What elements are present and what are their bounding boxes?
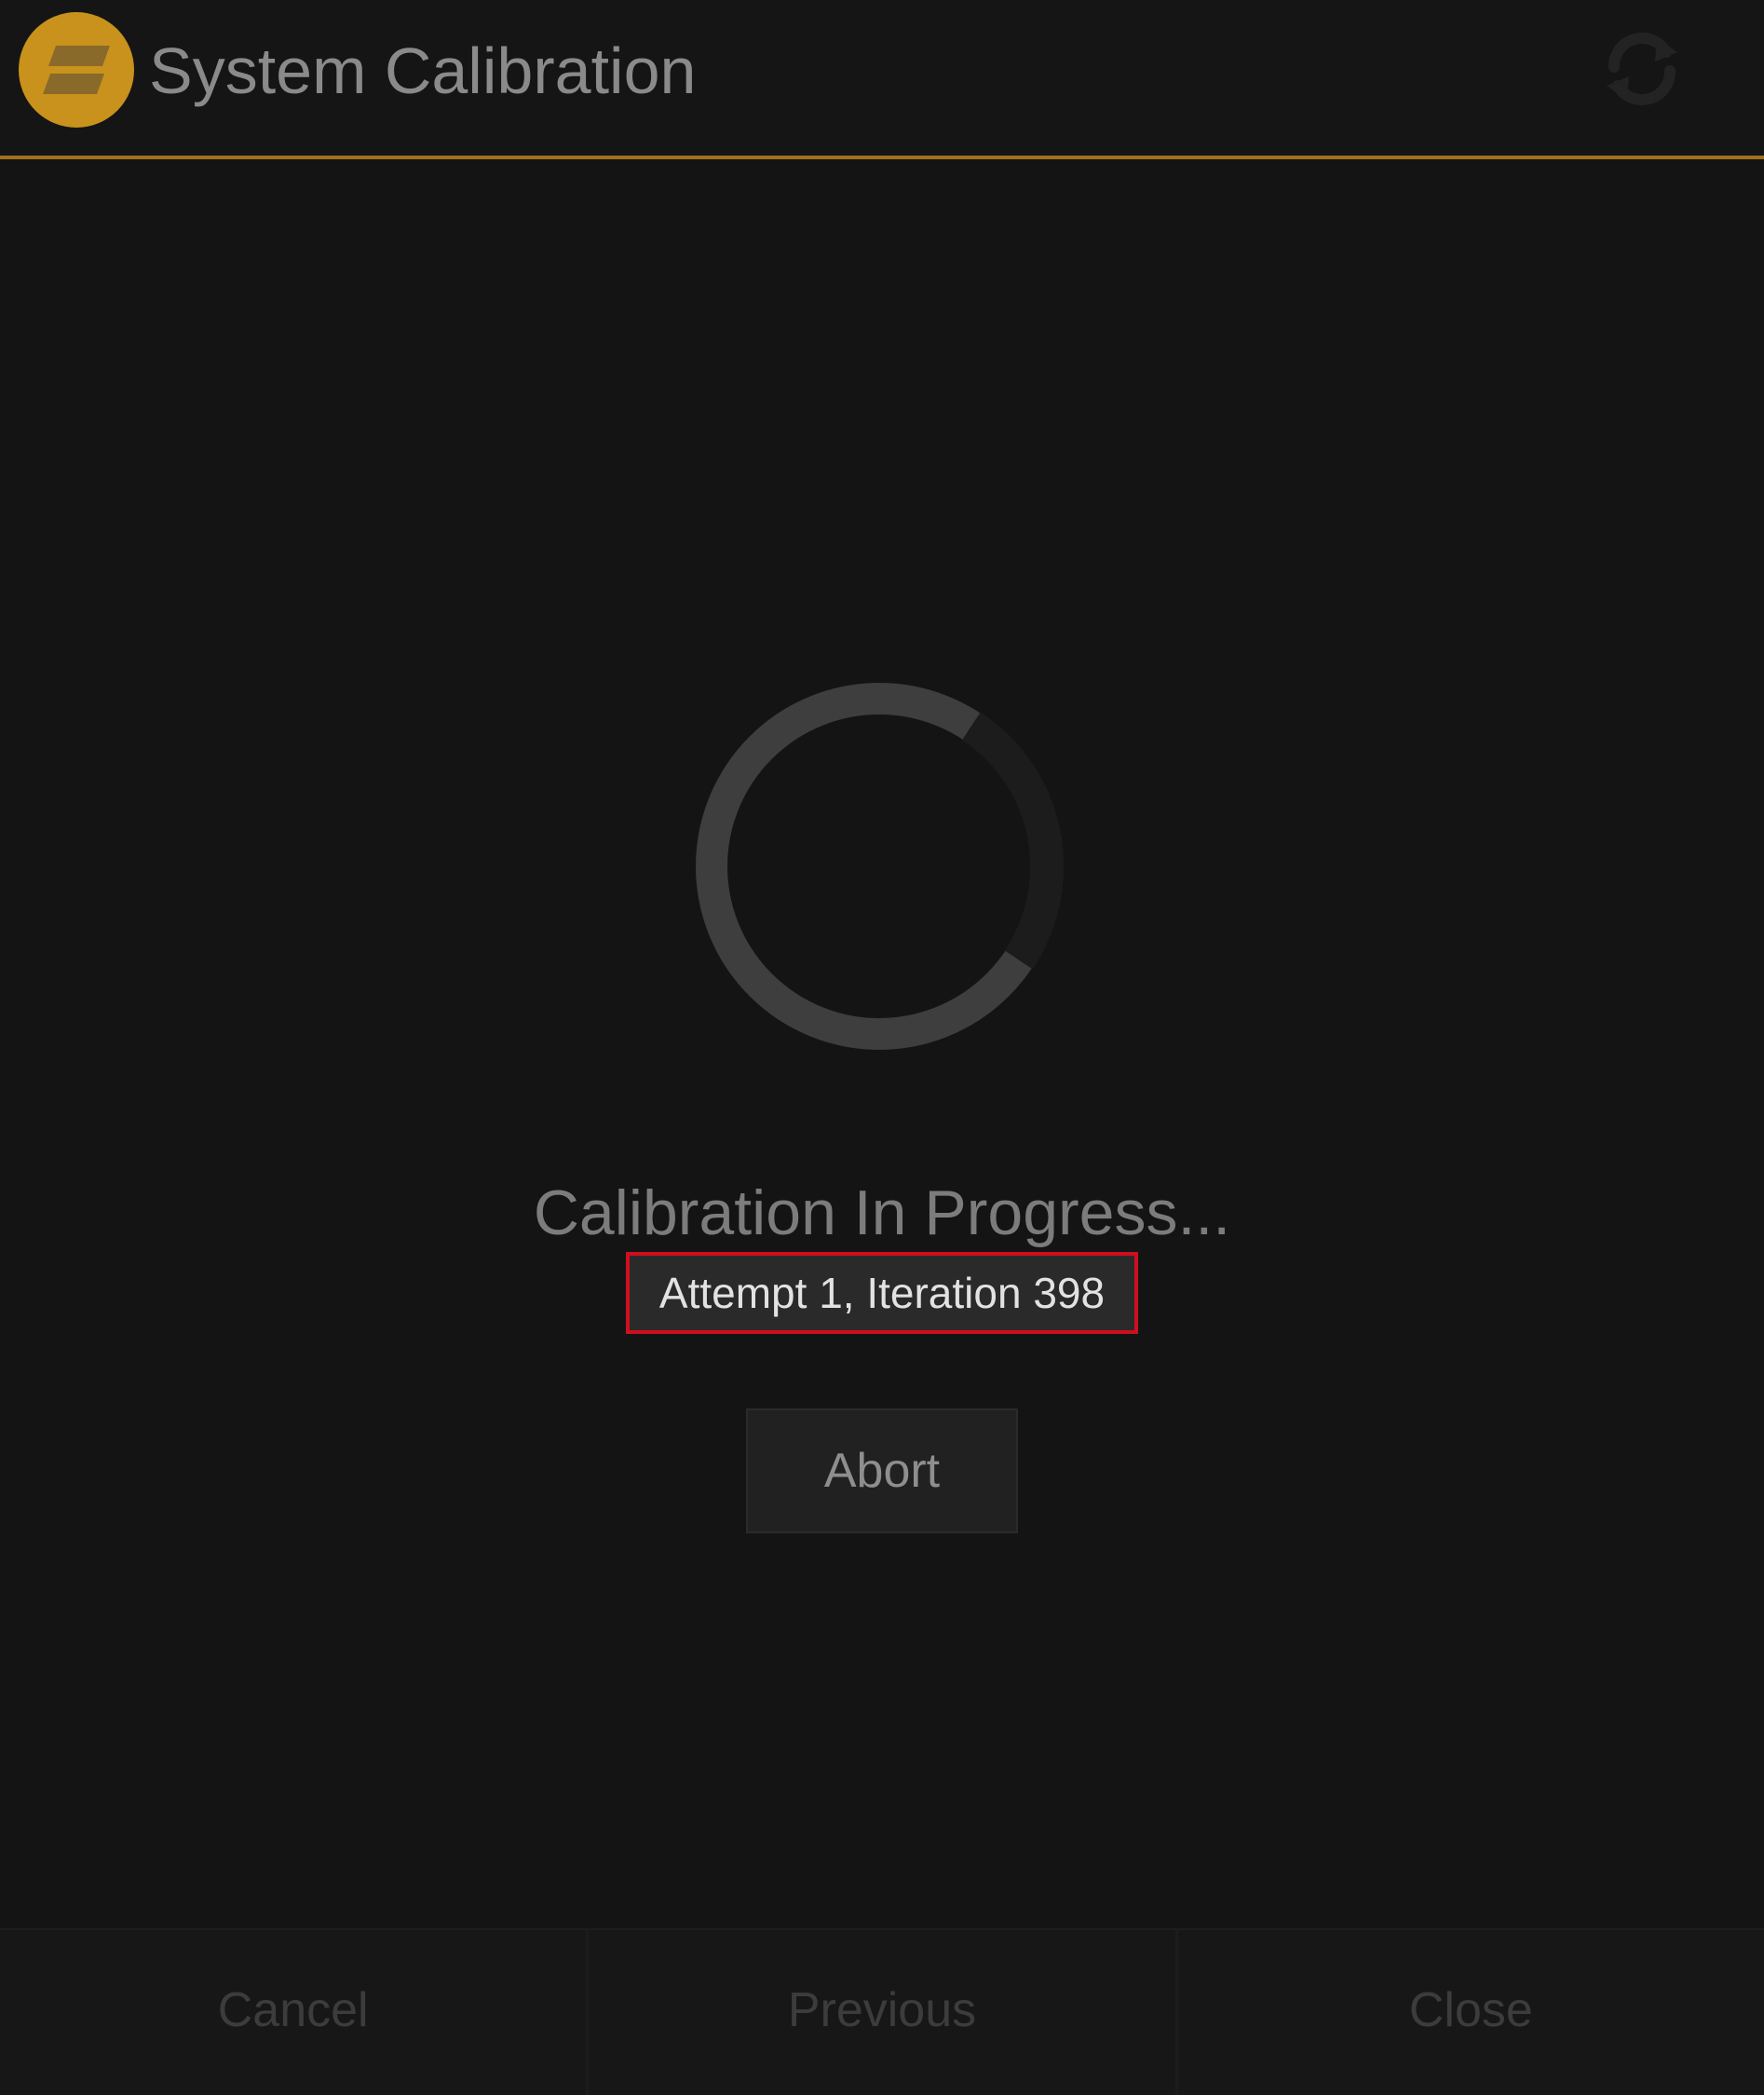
status-title: Calibration In Progress... [533,1177,1231,1248]
footer-bar: Cancel Previous Close [0,1928,1764,2095]
previous-button[interactable]: Previous [586,1930,1174,2095]
page-title: System Calibration [149,34,697,107]
close-button[interactable]: Close [1174,1930,1764,2095]
status-detail: Attempt 1, Iteration 398 [626,1252,1138,1334]
abort-button[interactable]: Abort [746,1408,1018,1533]
loading-spinner-icon [696,683,1064,1050]
cancel-button[interactable]: Cancel [0,1930,586,2095]
refresh-icon[interactable] [1597,24,1687,114]
header-bar: System Calibration [0,0,1764,159]
calibration-window: System Calibration Calibration In Progre… [0,0,1764,2095]
calibration-logo-icon [19,12,134,128]
